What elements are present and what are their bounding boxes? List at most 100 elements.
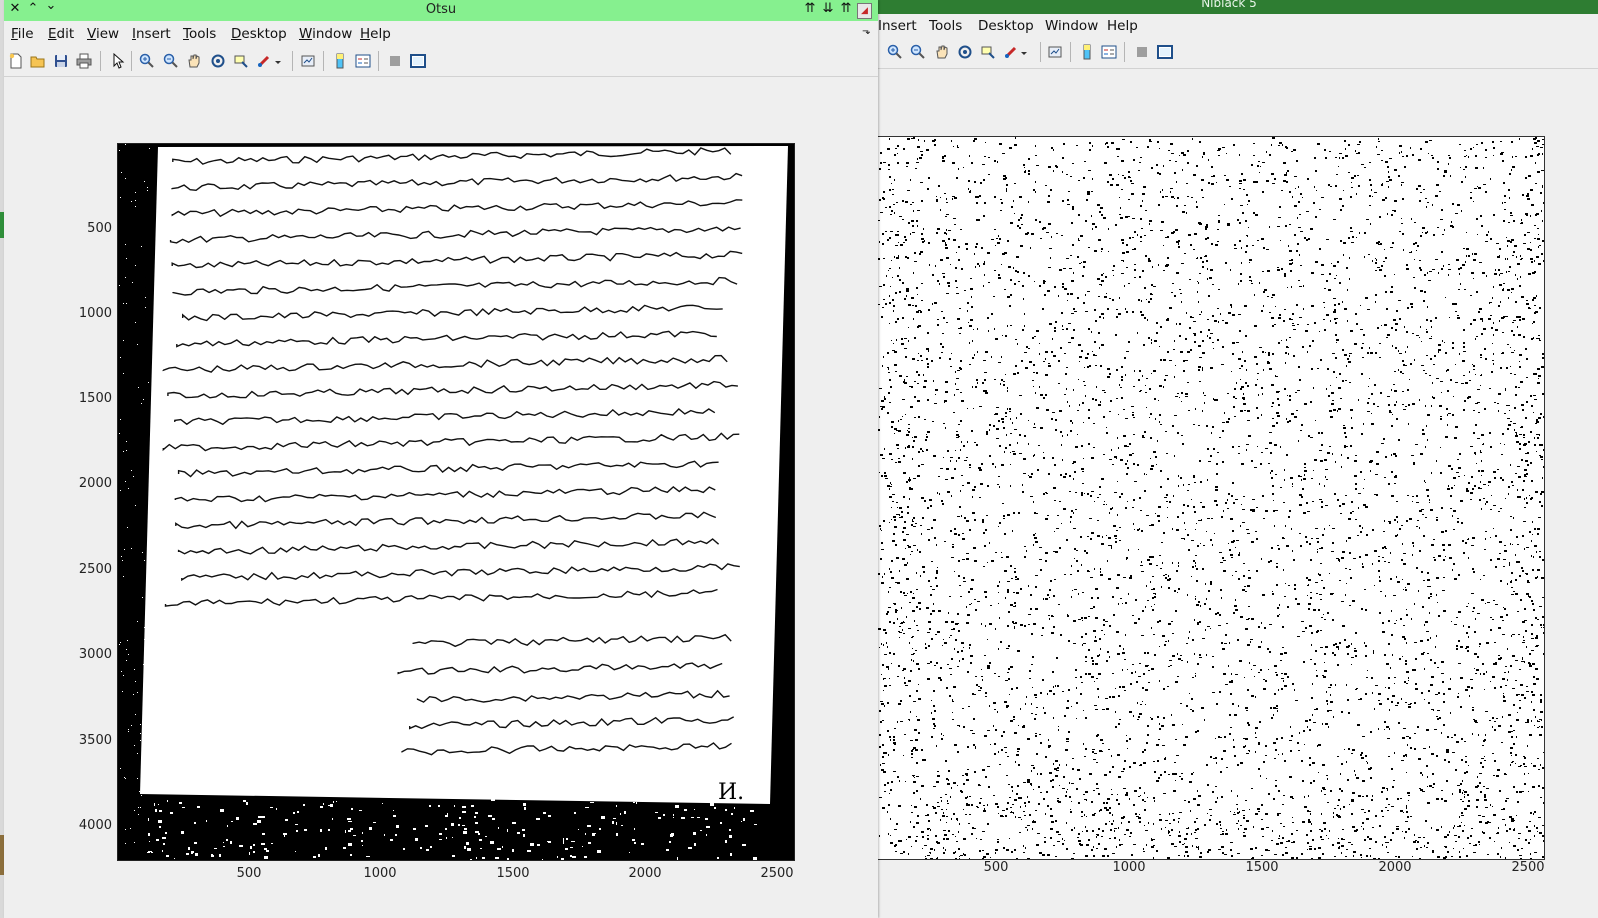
window-title: Niblack 5: [1201, 0, 1257, 10]
show-plot-tools-icon[interactable]: [409, 52, 427, 70]
otsu-figure-window[interactable]: ✕ ⌃ ⌄ Otsu ⇈ ⇊ ⇈ ◢ File Edit View Insert…: [4, 0, 878, 918]
noise-speck: [153, 526, 154, 527]
pan-icon[interactable]: [185, 52, 203, 70]
noise-speck: [636, 802, 637, 804]
menu-view[interactable]: View: [87, 26, 119, 42]
colorbar-icon[interactable]: [331, 52, 349, 70]
noise-speck: [188, 847, 190, 850]
noise-speck: [467, 848, 471, 851]
brush-dropdown-icon[interactable]: [1020, 43, 1028, 61]
noise-speck: [126, 649, 127, 650]
noise-speck: [729, 835, 732, 838]
menu-file[interactable]: File: [11, 26, 34, 42]
noise-speck: [725, 809, 727, 811]
noise-speck: [135, 681, 136, 682]
rotate-icon[interactable]: [956, 43, 974, 61]
zoom-in-icon[interactable]: [886, 43, 904, 61]
noise-speck: [557, 856, 558, 858]
noise-speck: [478, 833, 480, 835]
noise-speck: [548, 815, 551, 817]
keep-above-icon[interactable]: ⇈: [838, 1, 854, 16]
menu-edit[interactable]: Edit: [48, 26, 74, 42]
legend-icon[interactable]: [354, 52, 372, 70]
noise-speck: [731, 813, 733, 815]
noise-speck: [471, 805, 474, 807]
noise-speck: [633, 802, 635, 803]
show-plot-tools-icon[interactable]: [1156, 43, 1174, 61]
menu-window[interactable]: Window: [299, 26, 352, 42]
noise-speck: [429, 805, 431, 807]
noise-speck: [151, 852, 153, 853]
noise-speck: [320, 806, 323, 808]
noise-speck: [182, 807, 185, 808]
noise-speck: [458, 824, 460, 826]
brush-icon[interactable]: [1002, 43, 1020, 61]
zoom-in-icon[interactable]: [138, 52, 156, 70]
noise-speck: [620, 813, 621, 815]
data-cursor-icon[interactable]: [232, 52, 250, 70]
noise-speck: [353, 835, 356, 836]
link-plot-icon[interactable]: [1046, 43, 1064, 61]
menu-help[interactable]: Help: [1107, 18, 1138, 34]
menu-insert[interactable]: Insert: [878, 18, 917, 34]
data-cursor-icon[interactable]: [979, 43, 997, 61]
pointer-icon[interactable]: [108, 52, 126, 70]
collapse-down-icon[interactable]: ⇊: [820, 1, 836, 16]
noise-speck: [634, 828, 635, 830]
y-tick-label: 4000: [78, 818, 112, 833]
noise-speck: [328, 829, 330, 831]
noise-speck: [297, 811, 299, 813]
noise-speck: [673, 817, 674, 818]
window-title: Otsu: [425, 2, 457, 17]
hide-plot-tools-icon[interactable]: [386, 52, 404, 70]
link-plot-icon[interactable]: [299, 52, 317, 70]
noise-speck: [124, 549, 125, 550]
noise-speck: [313, 856, 316, 858]
noise-speck: [157, 536, 158, 537]
menu-window[interactable]: Window: [1045, 18, 1098, 34]
noise-speck: [159, 826, 161, 828]
new-figure-icon[interactable]: [7, 52, 25, 70]
noise-speck: [137, 344, 138, 345]
rotate-icon[interactable]: [209, 52, 227, 70]
hide-plot-tools-icon[interactable]: [1133, 43, 1151, 61]
legend-icon[interactable]: [1100, 43, 1118, 61]
pan-icon[interactable]: [933, 43, 951, 61]
noise-speck: [166, 855, 169, 857]
otsu-titlebar[interactable]: ✕ ⌃ ⌄ Otsu ⇈ ⇊ ⇈ ◢: [4, 0, 878, 21]
otsu-image-axes[interactable]: И.: [117, 143, 795, 861]
menubar-overflow-icon[interactable]: ⬎: [862, 26, 870, 37]
window-menu-icon[interactable]: ◢: [857, 3, 872, 19]
save-icon[interactable]: [52, 52, 70, 70]
colorbar-icon[interactable]: [1078, 43, 1096, 61]
noise-speck: [253, 851, 255, 853]
open-file-icon[interactable]: [29, 52, 47, 70]
menu-tools[interactable]: Tools: [929, 18, 962, 34]
menu-desktop[interactable]: Desktop: [978, 18, 1034, 34]
noise-speck: [140, 724, 141, 725]
print-icon[interactable]: [75, 52, 93, 70]
noise-speck: [197, 806, 200, 808]
noise-speck: [123, 340, 124, 341]
menu-desktop[interactable]: Desktop: [231, 26, 287, 42]
menu-insert[interactable]: Insert: [132, 26, 171, 42]
noise-speck: [632, 839, 635, 841]
niblack-titlebar[interactable]: Niblack 5: [860, 0, 1598, 14]
brush-icon[interactable]: [255, 52, 273, 70]
noise-speck: [621, 825, 623, 826]
noise-speck: [151, 746, 152, 747]
menu-help[interactable]: Help: [360, 26, 391, 42]
niblack-image-axes[interactable]: [877, 136, 1547, 861]
noise-speck: [250, 846, 252, 849]
noise-speck: [536, 818, 540, 820]
zoom-out-icon[interactable]: [909, 43, 927, 61]
menu-tools[interactable]: Tools: [183, 26, 216, 42]
noise-speck: [149, 148, 150, 149]
collapse-up-icon[interactable]: ⇈: [802, 1, 818, 16]
niblack-figure-window[interactable]: Niblack 5 Insert Tools Desktop Window He…: [860, 0, 1598, 918]
noise-speck: [147, 187, 148, 188]
noise-speck: [122, 560, 123, 561]
noise-speck: [142, 552, 143, 553]
zoom-out-icon[interactable]: [162, 52, 180, 70]
brush-dropdown-icon[interactable]: [274, 52, 282, 70]
